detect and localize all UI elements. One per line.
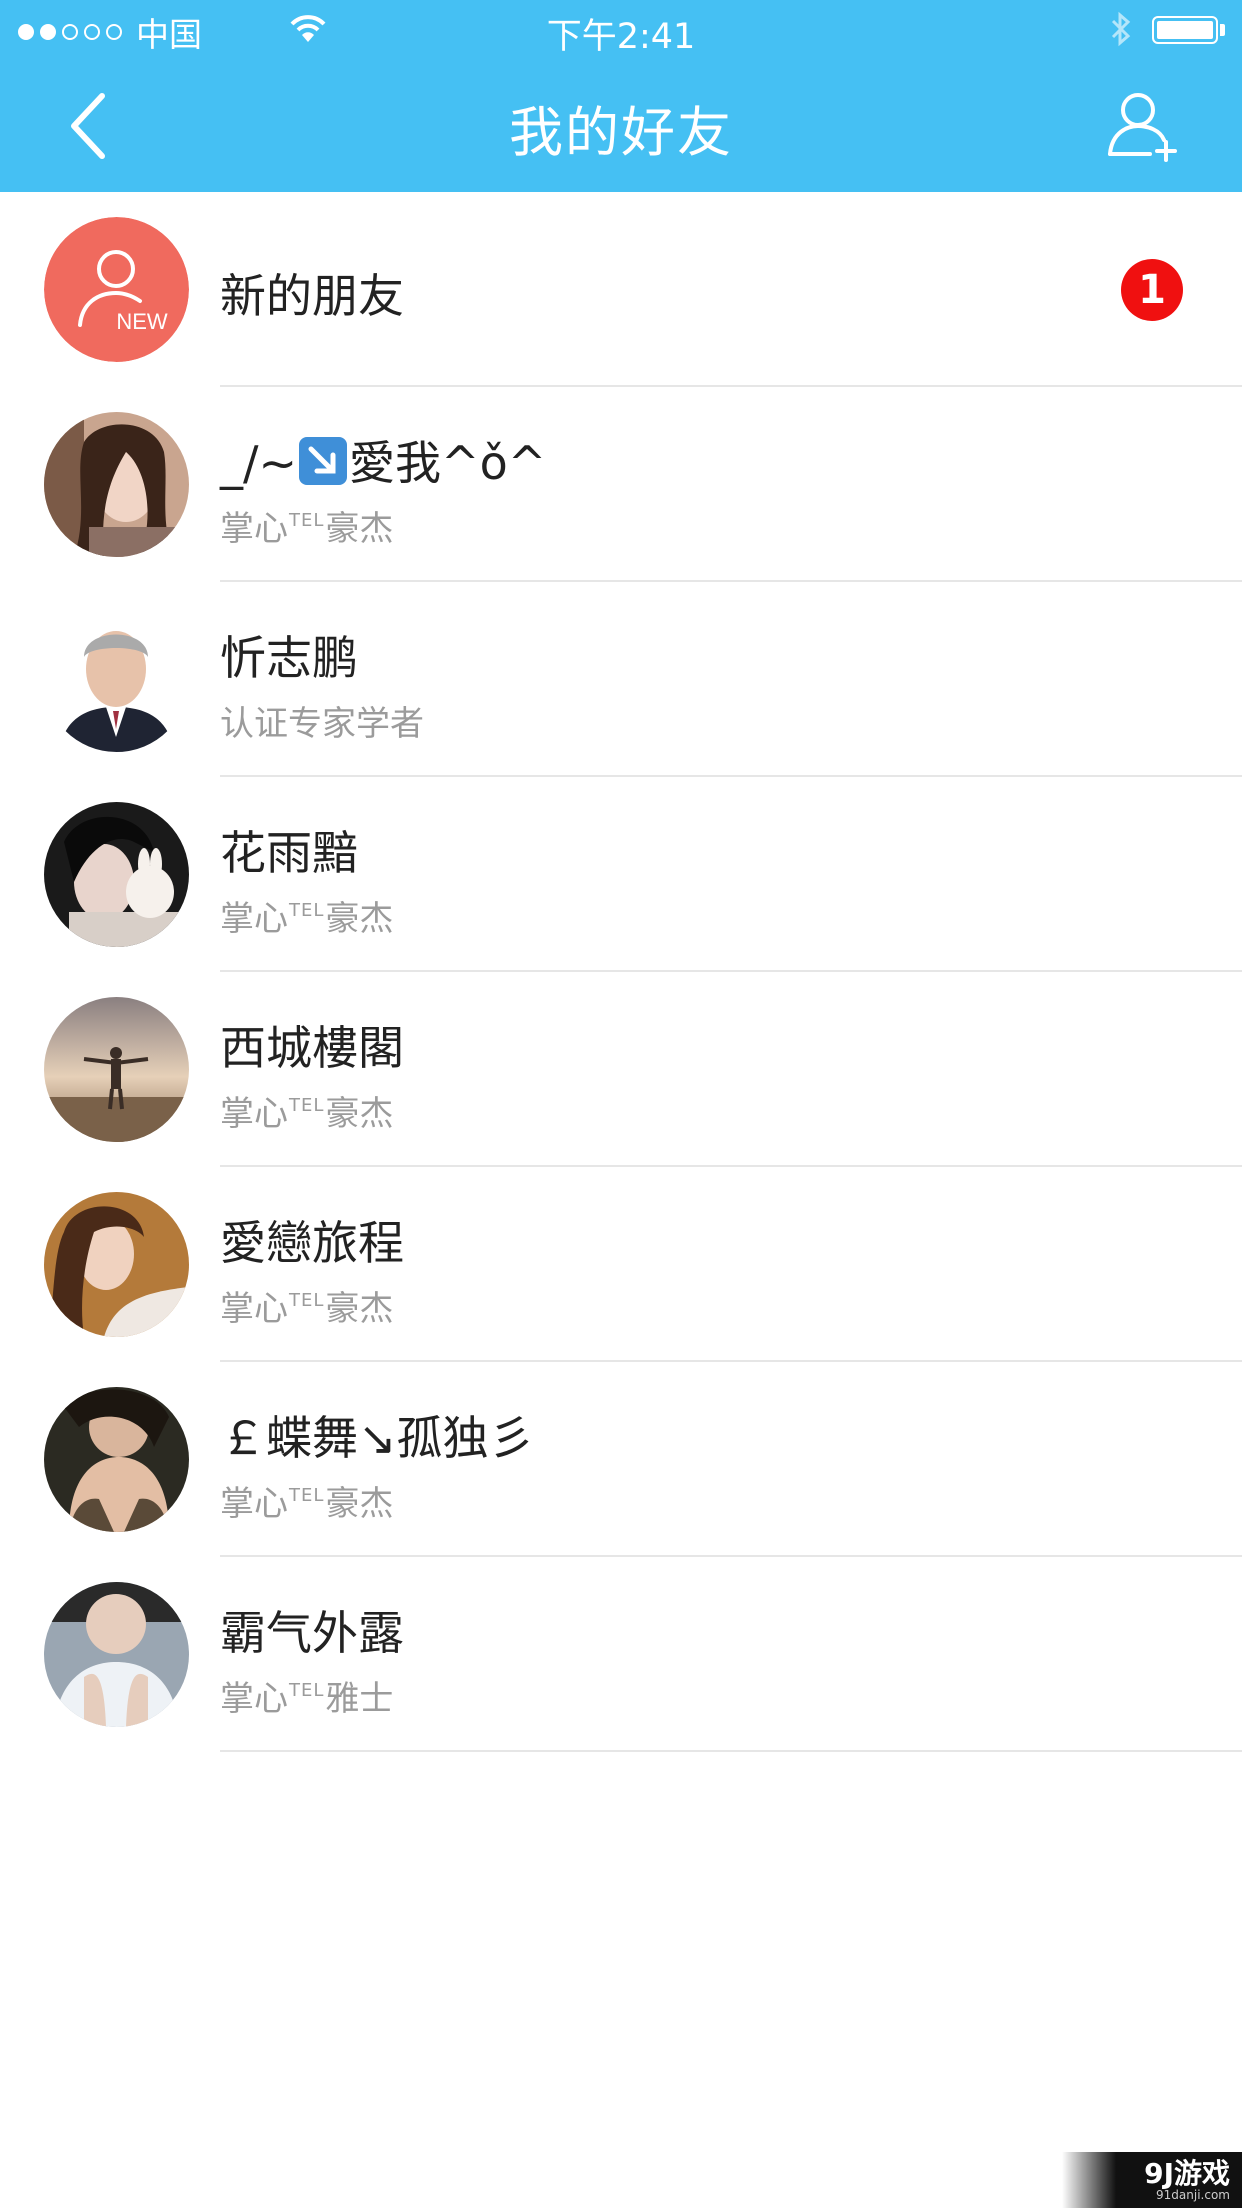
friend-avatar (44, 1387, 189, 1532)
status-time: 下午2:41 (546, 17, 696, 57)
friend-subtitle: 认证专家学者 (220, 704, 424, 744)
friend-name: _/~ 愛我^ǒ^ (220, 436, 547, 490)
friend-subtitle: 掌心TEL豪杰 (220, 1289, 394, 1329)
friend-row[interactable]: 霸气外露 掌心TEL雅士 (0, 1557, 1242, 1752)
friend-avatar (44, 607, 189, 752)
friend-row[interactable]: 愛戀旅程 掌心TEL豪杰 (0, 1167, 1242, 1362)
friend-avatar (44, 1582, 189, 1727)
friend-avatar (44, 802, 189, 947)
friend-subtitle: 掌心TEL豪杰 (220, 899, 394, 939)
friend-name: 愛戀旅程 (220, 1216, 404, 1270)
friend-subtitle: 掌心TEL雅士 (220, 1679, 394, 1719)
battery-icon (1152, 16, 1218, 44)
new-friend-avatar: NEW (44, 217, 189, 362)
add-friend-button[interactable] (1102, 88, 1182, 164)
add-user-icon (1108, 93, 1177, 162)
friend-list: NEW 新的朋友 1 _/~ 愛我^ǒ^ 掌心TEL豪杰 忻志鹏 认证专家学者 … (0, 192, 1242, 1752)
friend-subtitle: 掌心TEL豪杰 (220, 1094, 394, 1134)
friend-name: 西城樓閣 (220, 1021, 404, 1075)
friend-avatar (44, 412, 189, 557)
status-bar: 中国 下午2:41 (0, 0, 1242, 58)
friend-row[interactable]: 忻志鹏 认证专家学者 (0, 582, 1242, 777)
battery-tip (1220, 24, 1225, 36)
page-title: 我的好友 (509, 101, 733, 164)
friend-name: 霸气外露 (220, 1606, 404, 1660)
friend-name: ￡蝶舞↘孤独彡 (220, 1411, 535, 1465)
friend-row[interactable]: 西城樓閣 掌心TEL豪杰 (0, 972, 1242, 1167)
watermark-brand: 9J游戏 (1144, 2157, 1230, 2190)
friend-row[interactable]: 花雨黯 掌心TEL豪杰 (0, 777, 1242, 972)
watermark-url: 91danji.com (1156, 2188, 1230, 2202)
friend-name: 花雨黯 (220, 826, 358, 880)
friend-row[interactable]: _/~ 愛我^ǒ^ 掌心TEL豪杰 (0, 387, 1242, 582)
friend-avatar (44, 997, 189, 1142)
friend-subtitle: 掌心TEL豪杰 (220, 509, 394, 549)
friend-name: 忻志鹏 (220, 631, 358, 685)
new-avatar-label: NEW (116, 309, 168, 334)
friend-subtitle: 掌心TEL豪杰 (220, 1484, 394, 1524)
friend-row[interactable]: ￡蝶舞↘孤独彡 掌心TEL豪杰 (0, 1362, 1242, 1557)
new-friends-row[interactable]: NEW 新的朋友 1 (0, 192, 1242, 387)
row-divider (220, 1750, 1242, 1752)
new-friends-label: 新的朋友 (220, 269, 404, 323)
friend-avatar (44, 1192, 189, 1337)
site-watermark: 9J游戏 91danji.com (1062, 2152, 1242, 2208)
notification-badge: 1 (1121, 259, 1183, 321)
nav-bar: 我的好友 (0, 58, 1242, 192)
arrow-down-right-emoji-icon (299, 437, 348, 485)
bluethooth-icon (1111, 11, 1131, 47)
